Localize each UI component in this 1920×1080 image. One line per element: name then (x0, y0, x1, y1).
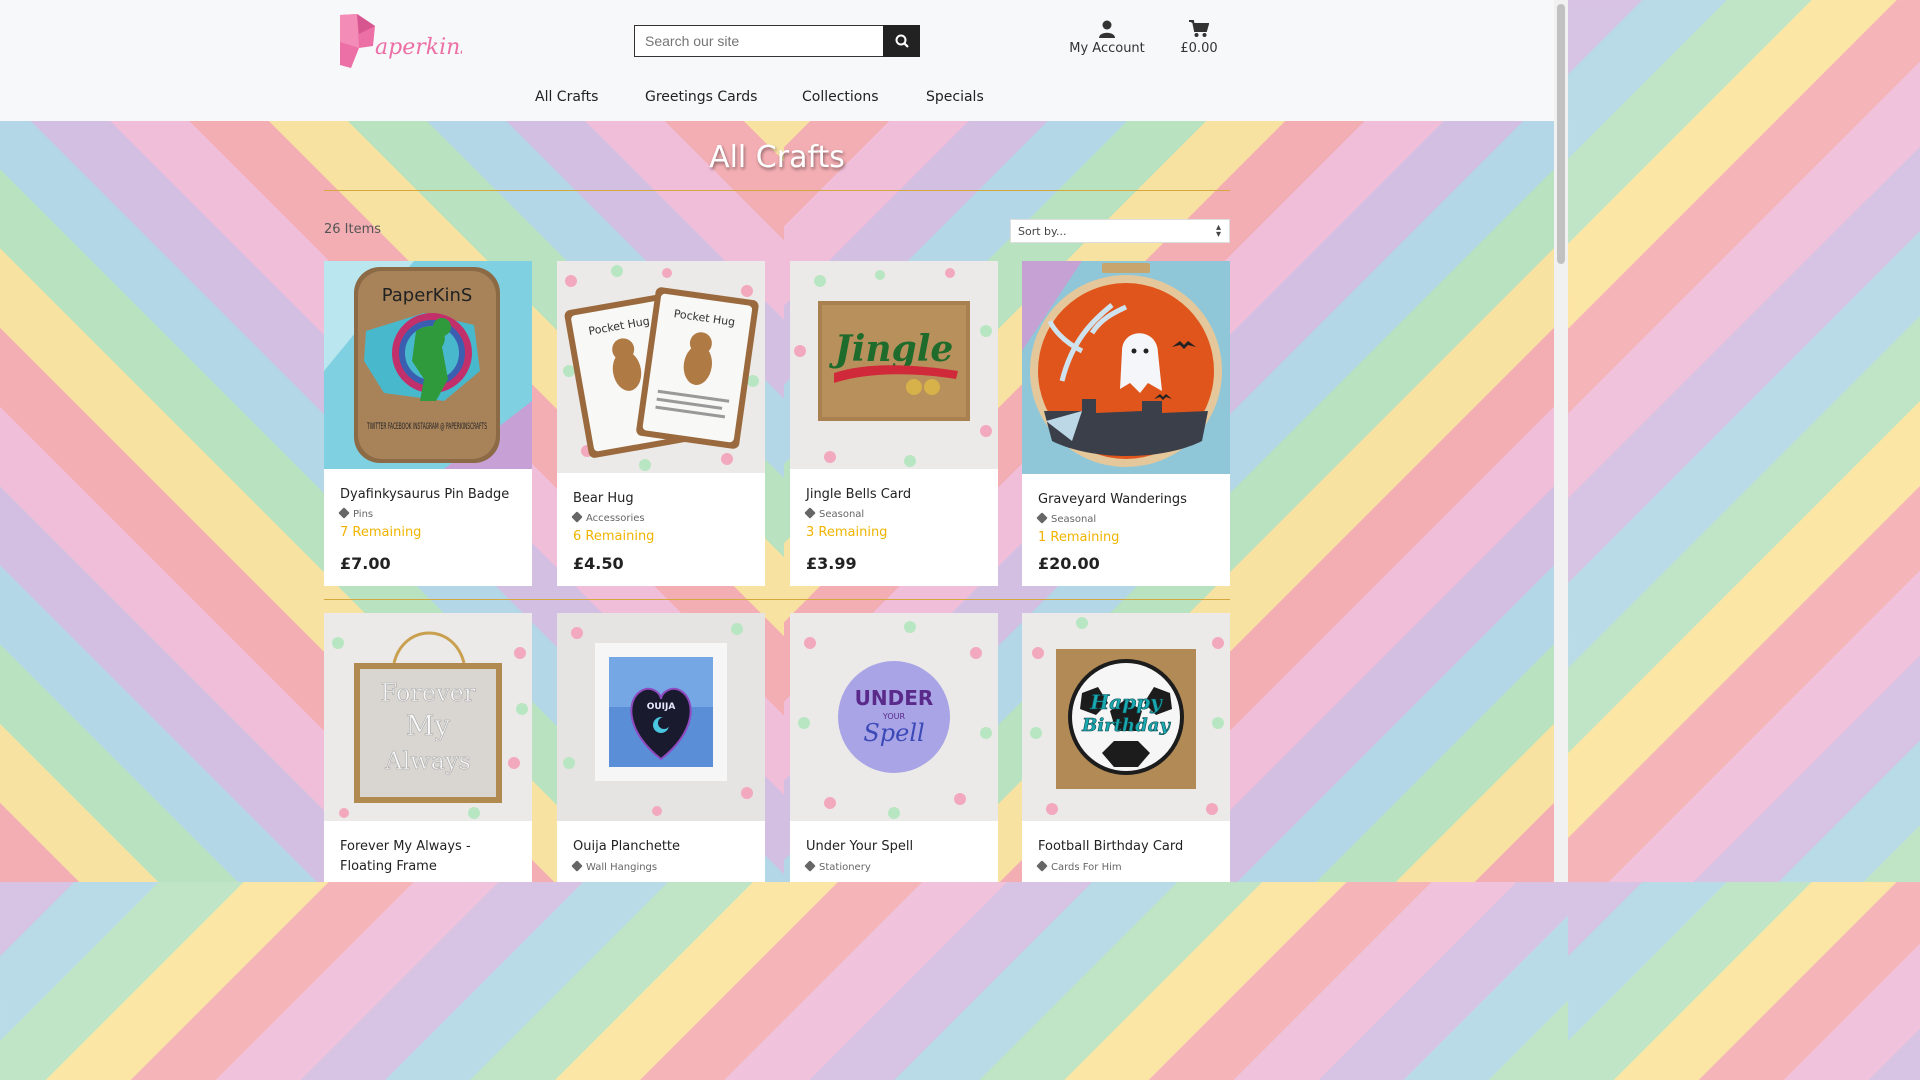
graveyard-hoop-image (1022, 261, 1230, 474)
search-button[interactable] (883, 25, 920, 57)
product-name[interactable]: Jingle Bells Card (806, 485, 911, 505)
nav-collections[interactable]: Collections (802, 89, 879, 105)
product-image[interactable] (1022, 261, 1230, 474)
row-divider (324, 599, 1230, 600)
product-category: Seasonal (1036, 512, 1097, 525)
my-text: My (406, 709, 451, 742)
product-remaining: 3 Remaining (806, 525, 888, 540)
product-card[interactable]: Forever My Always Forever My Always - Fl… (324, 613, 532, 882)
badge-top-text: PaperKinS (382, 285, 473, 306)
product-card[interactable]: PaperKinS TWITTER FACEBOOK INSTAGRAM @ P… (324, 261, 532, 586)
product-name[interactable]: Ouija Planchette (573, 837, 680, 857)
football-card-image: Happy Birthday (1022, 613, 1230, 821)
tag-icon (804, 860, 816, 872)
product-category: Accessories (571, 511, 645, 524)
product-name[interactable]: Football Birthday Card (1038, 837, 1183, 857)
tag-icon (338, 507, 350, 519)
product-image[interactable]: Jingle (790, 261, 998, 469)
product-image[interactable]: Happy Birthday (1022, 613, 1230, 821)
product-price: £7.00 (340, 554, 391, 573)
product-category-label: Cards For Him (1051, 862, 1122, 873)
cart-total: £0.00 (1180, 41, 1218, 56)
tag-icon (571, 511, 583, 523)
product-category-label: Stationery (819, 862, 871, 873)
product-category-label: Pins (353, 509, 374, 520)
sort-select[interactable]: Sort by... ▴ ▾ (1010, 219, 1230, 243)
search-bar (634, 25, 920, 57)
product-card[interactable]: Happy Birthday Football Birthday Card Ca… (1022, 613, 1230, 882)
product-category-label: Accessories (586, 513, 645, 524)
happy-text: Happy (1089, 690, 1163, 714)
birthday-text: Birthday (1081, 715, 1171, 736)
search-icon (895, 34, 909, 48)
bear-hug-image: Pocket Hug Pocket Hug (557, 261, 765, 473)
product-card[interactable]: Pocket Hug Pocket Hug Bear Hug Accessori… (557, 261, 765, 586)
product-category: Wall Hangings (571, 860, 658, 873)
tag-icon (804, 507, 816, 519)
jingle-card-image: Jingle (790, 261, 998, 469)
my-account-label: My Account (1069, 41, 1145, 56)
product-category: Cards For Him (1036, 860, 1122, 873)
ouija-image: OUIJA (557, 613, 765, 821)
site-logo[interactable]: aperkins (337, 12, 472, 70)
product-name[interactable]: Bear Hug (573, 489, 634, 509)
title-divider (324, 190, 1230, 191)
page-scrollbar[interactable] (1554, 0, 1568, 882)
page-title: All Crafts (709, 140, 845, 175)
product-category: Pins (338, 507, 374, 520)
sort-select-value: Sort by... (1018, 225, 1067, 238)
under-text: UNDER (855, 686, 934, 710)
tag-icon (1036, 512, 1048, 524)
user-icon (1099, 20, 1115, 38)
forever-text: Forever (381, 679, 476, 707)
product-card[interactable]: UNDER YOUR Spell Under Your Spell Statio… (790, 613, 998, 882)
nav-all-crafts[interactable]: All Crafts (535, 89, 598, 105)
tag-icon (1036, 860, 1048, 872)
product-price: £3.99 (806, 554, 857, 573)
under-your-spell-image: UNDER YOUR Spell (790, 613, 998, 821)
product-image[interactable]: OUIJA (557, 613, 765, 821)
product-category-label: Wall Hangings (586, 862, 658, 873)
product-price: £4.50 (573, 554, 624, 573)
nav-specials[interactable]: Specials (926, 89, 984, 105)
item-count: 26 Items (324, 222, 382, 237)
product-name[interactable]: Under Your Spell (806, 837, 913, 857)
product-category-label: Seasonal (1051, 514, 1097, 525)
product-name[interactable]: Forever My Always - Floating Frame (340, 837, 520, 877)
nav-greetings-cards[interactable]: Greetings Cards (645, 89, 757, 105)
svg-text:aperkins: aperkins (375, 35, 462, 60)
tag-icon (571, 860, 583, 872)
product-remaining: 7 Remaining (340, 525, 422, 540)
pin-badge-image: PaperKinS TWITTER FACEBOOK INSTAGRAM @ P… (324, 261, 532, 469)
paperkins-logo-icon: aperkins (340, 14, 472, 68)
cart-link[interactable]: £0.00 (1176, 20, 1222, 56)
product-remaining: 1 Remaining (1038, 530, 1120, 545)
floating-frame-image: Forever My Always (324, 613, 532, 821)
product-card[interactable]: Graveyard Wanderings Seasonal 1 Remainin… (1022, 261, 1230, 586)
jingle-text: Jingle (829, 328, 954, 370)
product-image[interactable]: Pocket Hug Pocket Hug (557, 261, 765, 473)
product-price: £20.00 (1038, 554, 1100, 573)
always-text: Always (384, 747, 471, 775)
cart-icon (1189, 20, 1209, 37)
product-category-label: Seasonal (819, 509, 865, 520)
product-remaining: 6 Remaining (573, 529, 655, 544)
product-card[interactable]: Jingle Jingle Bells Card Seasonal 3 Rema… (790, 261, 998, 586)
product-image[interactable]: Forever My Always (324, 613, 532, 821)
ouija-text: OUIJA (647, 702, 676, 712)
badge-bottom-text: TWITTER FACEBOOK INSTAGRAM @ PAPERKINSCR… (367, 422, 488, 432)
product-name[interactable]: Dyafinkysaurus Pin Badge (340, 485, 509, 505)
site-header: aperkins My Account £0.00 All Crafts Gre… (0, 0, 1554, 121)
product-name[interactable]: Graveyard Wanderings (1038, 490, 1187, 510)
product-card[interactable]: OUIJA Ouija Planchette Wall Hangings (557, 613, 765, 882)
product-image[interactable]: UNDER YOUR Spell (790, 613, 998, 821)
product-image[interactable]: PaperKinS TWITTER FACEBOOK INSTAGRAM @ P… (324, 261, 532, 469)
sort-arrows-icon: ▴ ▾ (1215, 222, 1221, 240)
product-category: Stationery (804, 860, 871, 873)
my-account-link[interactable]: My Account (1067, 20, 1147, 56)
scrollbar-thumb[interactable] (1557, 4, 1565, 264)
search-input[interactable] (634, 25, 884, 57)
product-category: Seasonal (804, 507, 865, 520)
spell-text: Spell (863, 719, 924, 747)
